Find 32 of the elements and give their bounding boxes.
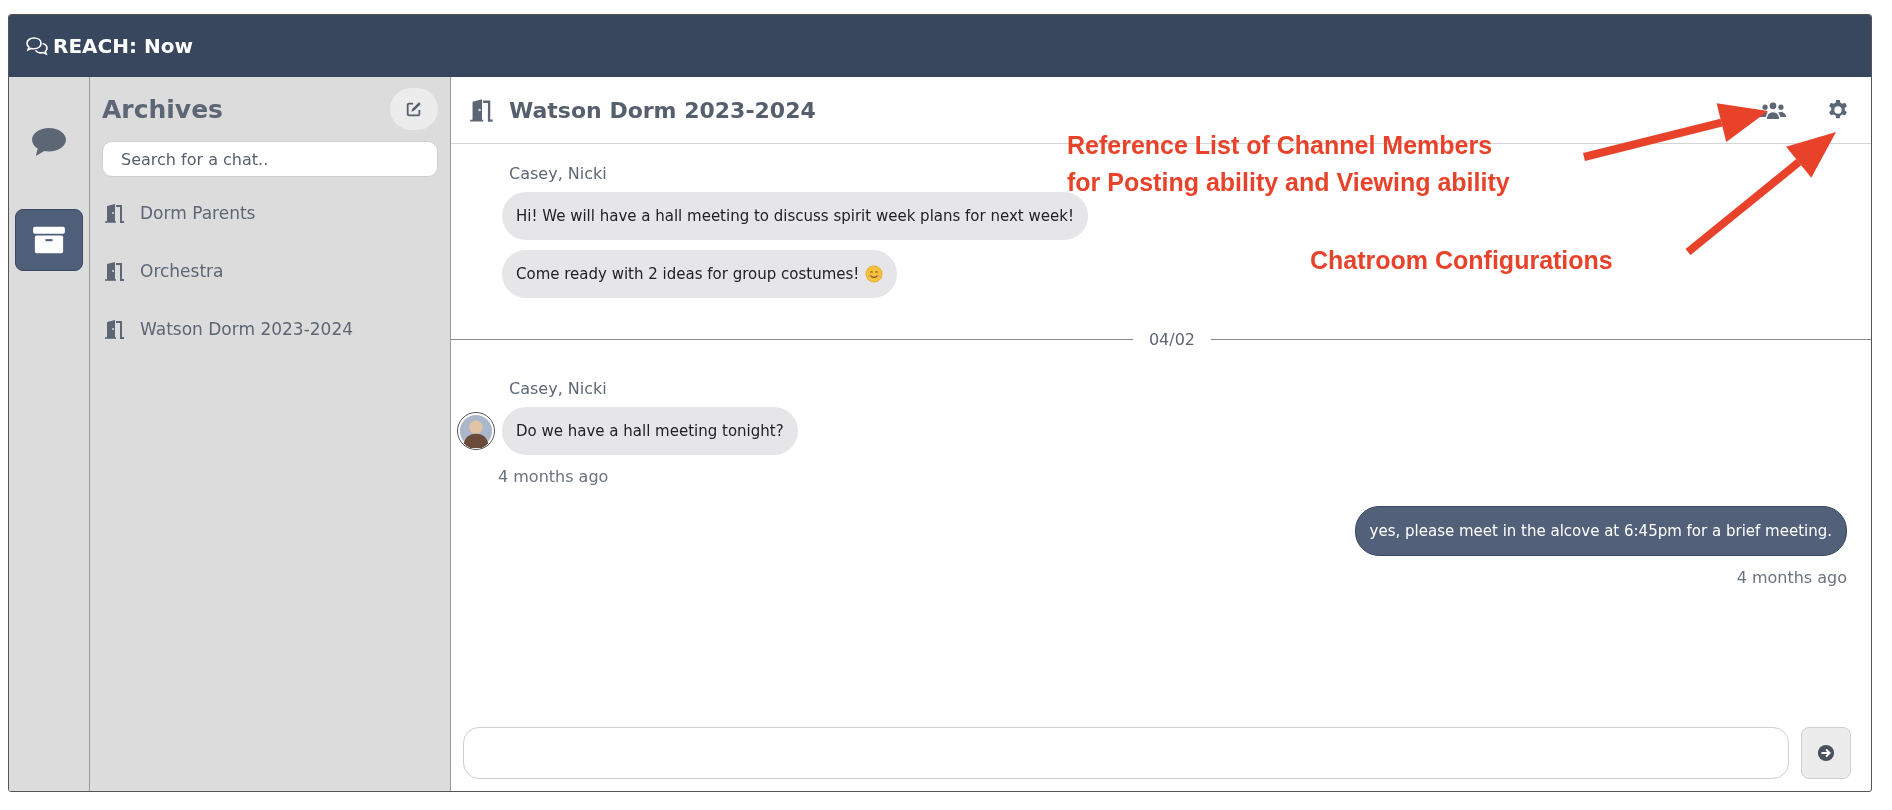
timestamp: 4 months ago	[498, 467, 609, 486]
message-bubble: Hi! We will have a hall meeting to discuss spirit week plans for next week!	[502, 192, 1088, 240]
timestamp: 4 months ago	[1736, 568, 1847, 587]
door-icon	[104, 203, 126, 223]
compose-button[interactable]	[390, 88, 438, 130]
door-icon	[104, 261, 126, 281]
chat-bubbles-icon	[25, 36, 49, 56]
nav-button[interactable]	[15, 209, 83, 271]
message-bubble: Come ready with 2 ideas for group costumes!	[502, 250, 898, 298]
door-icon	[104, 319, 126, 339]
edit-icon	[405, 100, 423, 118]
settings-icon	[1827, 99, 1849, 121]
annotation-text: Chatroom Configurations	[1310, 245, 1613, 276]
speech-bubble-icon	[30, 126, 68, 158]
sidebar-title: Archives	[102, 94, 223, 124]
search-field[interactable]: Search for a chat..	[102, 141, 438, 177]
chat-list-item[interactable]: Orchestra	[102, 259, 438, 283]
sender-name: Casey, Nicki	[509, 164, 607, 183]
date-label: 04/02	[1148, 330, 1195, 349]
archive-box-icon	[31, 225, 67, 255]
users-icon	[1759, 100, 1787, 120]
chat-title: Watson Dorm 2023-2024	[509, 97, 816, 123]
app-title: REACH: Now	[53, 34, 193, 58]
message-bubble: Do we have a hall meeting tonight?	[502, 407, 798, 455]
chat-list-item[interactable]: Dorm Parents	[102, 201, 438, 225]
message-input[interactable]	[463, 727, 1789, 779]
door-icon	[469, 98, 495, 122]
send-button[interactable]	[1801, 727, 1851, 779]
message-bubble: yes, please meet in the alcove at 6:45pm for a brief meeting.	[1354, 506, 1847, 556]
sender-name: Casey, Nicki	[509, 379, 607, 398]
arrow-circle-icon	[1817, 744, 1835, 762]
chat-list-item[interactable]: Watson Dorm 2023-2024	[102, 317, 438, 341]
